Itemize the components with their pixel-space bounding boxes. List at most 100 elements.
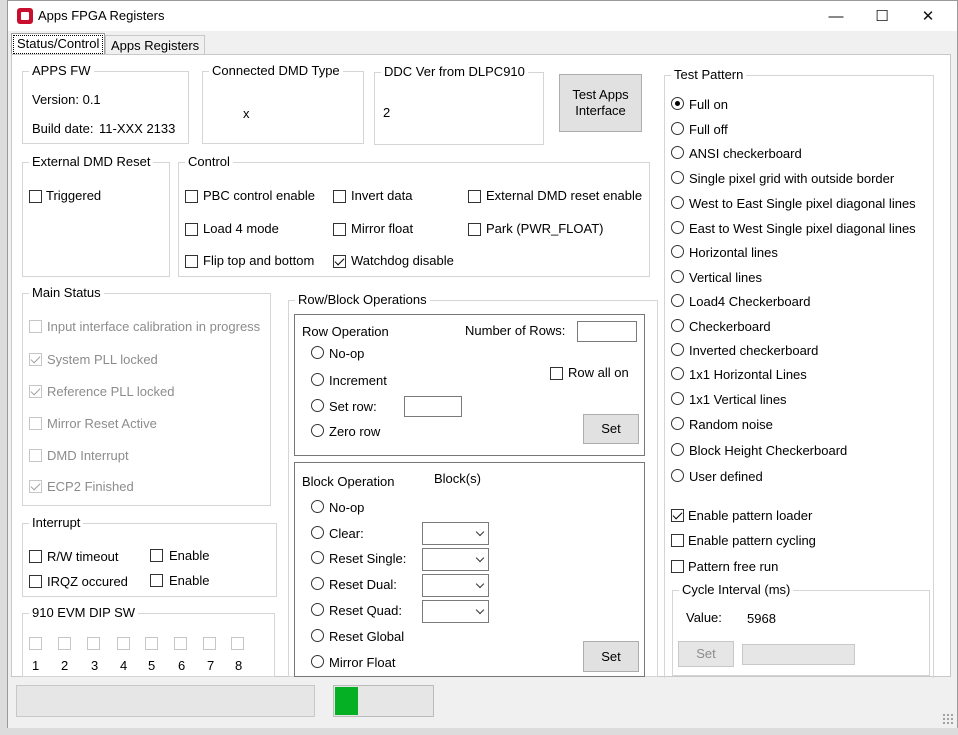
app-window: Apps FPGA Registers — ☐ ✕ Status/Control… [7,0,958,728]
block-reset-dual-select[interactable] [422,574,489,597]
dip-switch-7 [203,637,216,650]
pattern-1x1-horizontal-radio[interactable] [671,367,684,380]
pattern-user-defined-radio[interactable] [671,469,684,482]
dmd-type-group: Connected DMD Type x [202,63,364,144]
pattern-free-run-checkbox[interactable] [671,560,684,573]
close-button[interactable]: ✕ [905,1,951,31]
block-clear-radio[interactable] [311,526,324,539]
pattern-inverted-checkerboard-radio[interactable] [671,343,684,356]
pattern-east-west-diagonal-radio[interactable] [671,221,684,234]
row-set-row-label: Set row: [329,399,377,414]
control-legend: Control [185,154,233,170]
test-apps-interface-button[interactable]: Test Apps Interface [559,74,642,132]
ddc-ver-group: DDC Ver from DLPC910 2 [374,64,544,145]
dip-label-8: 8 [235,658,243,673]
resize-grip-icon[interactable] [942,713,954,725]
number-of-rows-input[interactable] [577,321,637,342]
pattern-ansi-checkerboard-radio[interactable] [671,146,684,159]
status-system-pll-checkbox [29,353,42,366]
status-text-field [16,685,315,717]
pattern-checkerboard-radio[interactable] [671,319,684,332]
dip-switch-5 [145,637,158,650]
dip-switch-legend: 910 EVM DIP SW [29,605,139,621]
block-reset-single-radio[interactable] [311,551,324,564]
apps-fw-group: APPS FW Version: 0.1 Build date: 11-XXX … [22,63,189,144]
minimize-button[interactable]: — [813,1,859,31]
pattern-random-noise-radio[interactable] [671,417,684,430]
row-all-on-checkbox[interactable] [550,367,563,380]
pbc-control-checkbox[interactable] [185,190,198,203]
dip-label-5: 5 [148,658,156,673]
main-status-legend: Main Status [29,285,104,301]
enable-pattern-loader-checkbox[interactable] [671,509,684,522]
flip-top-bottom-label: Flip top and bottom [203,253,315,268]
rw-timeout-enable-checkbox[interactable] [150,549,163,562]
dip-label-1: 1 [32,658,40,673]
cycle-interval-value-label: Value: [686,610,722,625]
load4-mode-checkbox[interactable] [185,223,198,236]
mirror-float-checkbox[interactable] [333,223,346,236]
block-noop-radio[interactable] [311,500,324,513]
pattern-vertical-lines-radio[interactable] [671,270,684,283]
block-reset-quad-select[interactable] [422,600,489,623]
block-reset-quad-radio[interactable] [311,603,324,616]
cycle-interval-set-button[interactable]: Set [678,641,734,667]
block-clear-select[interactable] [422,522,489,545]
status-reference-pll-label: Reference PLL locked [47,384,175,399]
block-clear-label: Clear: [329,526,364,541]
dip-label-3: 3 [91,658,99,673]
row-increment-radio[interactable] [311,373,324,386]
pattern-full-on-radio[interactable] [671,97,684,110]
status-dmd-interrupt-label: DMD Interrupt [47,448,129,463]
pattern-load4-checkerboard-radio[interactable] [671,294,684,307]
pattern-single-pixel-grid-radio[interactable] [671,171,684,184]
dip-switch-group: 910 EVM DIP SW 1 2 3 4 5 6 7 8 [22,605,275,677]
pattern-horizontal-lines-radio[interactable] [671,245,684,258]
irqz-checkbox[interactable] [29,575,42,588]
block-reset-global-radio[interactable] [311,629,324,642]
block-noop-label: No-op [329,500,365,515]
pattern-checkerboard-label: Checkerboard [689,319,771,334]
apps-fw-legend: APPS FW [29,63,94,79]
ext-dmd-reset-enable-checkbox[interactable] [468,190,481,203]
maximize-button[interactable]: ☐ [859,1,905,31]
row-zero-row-label: Zero row [329,424,381,439]
row-zero-row-radio[interactable] [311,424,324,437]
park-checkbox[interactable] [468,223,481,236]
block-operation-label: Block Operation [302,474,395,489]
tab-apps-registers[interactable]: Apps Registers [105,35,206,55]
pattern-ansi-checkerboard-label: ANSI checkerboard [689,146,802,161]
irqz-enable-checkbox[interactable] [150,574,163,587]
row-set-button[interactable]: Set [583,414,639,444]
tab-status-control[interactable]: Status/Control [11,33,106,56]
pattern-1x1-vertical-radio[interactable] [671,392,684,405]
row-block-operations-group: Row/Block Operations Row Operation Numbe… [288,292,658,677]
main-status-group: Main Status Input interface calibration … [22,285,271,506]
set-row-input[interactable] [404,396,462,417]
block-reset-single-select[interactable] [422,548,489,571]
status-mirror-reset-checkbox [29,417,42,430]
block-mirror-float-radio[interactable] [311,655,324,668]
watchdog-disable-checkbox[interactable] [333,255,346,268]
row-set-row-radio[interactable] [311,399,324,412]
block-set-button[interactable]: Set [583,641,639,672]
pattern-west-east-diagonal-radio[interactable] [671,196,684,209]
pattern-full-off-radio[interactable] [671,122,684,135]
status-progress-fill [335,687,358,715]
pattern-block-height-checkerboard-radio[interactable] [671,443,684,456]
pattern-vertical-lines-label: Vertical lines [689,270,762,285]
invert-data-checkbox[interactable] [333,190,346,203]
rw-timeout-checkbox[interactable] [29,550,42,563]
pattern-load4-checkerboard-label: Load4 Checkerboard [689,294,811,309]
irqz-enable-label: Enable [169,573,210,588]
status-system-pll-label: System PLL locked [47,352,158,367]
row-noop-radio[interactable] [311,346,324,359]
triggered-checkbox[interactable] [29,190,42,203]
dip-switch-8 [231,637,244,650]
flip-top-bottom-checkbox[interactable] [185,255,198,268]
rw-timeout-enable-label: Enable [169,548,210,563]
row-noop-label: No-op [329,346,365,361]
block-reset-dual-radio[interactable] [311,577,324,590]
enable-pattern-cycling-checkbox[interactable] [671,534,684,547]
row-block-legend: Row/Block Operations [295,292,430,308]
